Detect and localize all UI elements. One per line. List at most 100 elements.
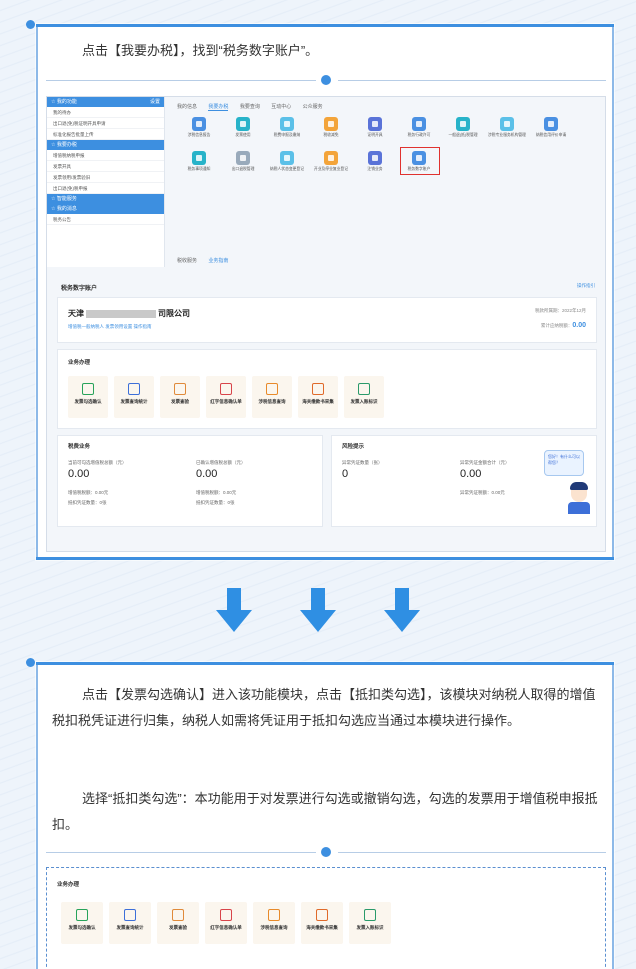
- sidebar-item[interactable]: 出口退(免)税申报: [47, 183, 164, 194]
- service-tile[interactable]: 证明开具: [353, 117, 397, 138]
- card-bottom-bar: [36, 557, 614, 560]
- service-tile[interactable]: 一般退(抵)税管理: [441, 117, 485, 138]
- service-tile[interactable]: 纳税人状态变更登记: [265, 151, 309, 172]
- service-tile[interactable]: 注销业务: [353, 151, 397, 172]
- verify-icon: [172, 909, 184, 921]
- hourglass-icon: [236, 151, 250, 165]
- divider-left: [46, 852, 316, 853]
- tax-info-tile[interactable]: 涉税信息查询: [252, 376, 292, 418]
- company-subinfo: 增值税一般纳税人 发票领用设置 操作指南: [68, 324, 152, 329]
- sidebar-item[interactable]: 出口退(免)税证明开具申请: [47, 118, 164, 129]
- tab-public[interactable]: 公众服务: [303, 104, 323, 110]
- stats-icon: [128, 383, 140, 395]
- refund-icon: [456, 117, 470, 131]
- business-panel: 业务办理 发票勾选确认 发票查询统计 发票查验 红字信息确认单 涉税信息查询 海…: [57, 349, 597, 429]
- service-tile[interactable]: 税务事项通知: [177, 151, 221, 172]
- credit-icon: [544, 117, 558, 131]
- business-panel-zoom: 业务办理 发票勾选确认 发票查询统计 发票查验 红字信息确认单 涉税信息查询 海…: [46, 867, 606, 969]
- customs-icon: [312, 383, 324, 395]
- tab-my-info[interactable]: 我的信息: [177, 104, 197, 110]
- assistant-avatar[interactable]: [568, 482, 590, 516]
- tax-mid-label: 已确认增值税总额（元）: [196, 460, 246, 465]
- sidebar-item[interactable]: 增值税纳税申报: [47, 150, 164, 161]
- sidebar-header-tax[interactable]: ☆ 我要办税: [47, 140, 164, 150]
- entry-mark-tile[interactable]: 发票入账标识: [344, 376, 384, 418]
- sidebar-item[interactable]: 发票开具: [47, 161, 164, 172]
- sidebar-header-smart[interactable]: ☆ 智能服务: [47, 194, 164, 204]
- declare-icon: [280, 117, 294, 131]
- risk-panel-title: 风险提示: [342, 444, 365, 450]
- service-tile[interactable]: 发票使用: [221, 117, 265, 138]
- verify-icon: [174, 383, 186, 395]
- tax-info-tile[interactable]: 涉税信息查询: [253, 902, 295, 944]
- invoice-stats-tile[interactable]: 发票查询统计: [114, 376, 154, 418]
- service-tile[interactable]: 出口退税管理: [221, 151, 265, 172]
- risk-left-value: 0: [342, 468, 349, 480]
- amount-line: 累计应纳税额：0.00: [540, 322, 586, 329]
- entry-mark-icon: [358, 383, 370, 395]
- assistant-bubble[interactable]: 您好！有什么可以帮您？: [544, 450, 584, 476]
- invoice-confirm-tile[interactable]: 发票勾选确认: [61, 902, 103, 944]
- invoice-verify-tile[interactable]: 发票查验: [160, 376, 200, 418]
- risk-panel: 风险提示 异常凭证数量（张） 0 异常凭证金额合计（元） 0.00 异常凭证税额…: [331, 435, 597, 527]
- tax-mid-row: 增值税税额：0.00元: [196, 490, 237, 495]
- red-info-tile[interactable]: 红字信息确认单: [205, 902, 247, 944]
- card-corner-dot: [26, 20, 35, 29]
- tab-guide[interactable]: 业务指南: [208, 258, 228, 264]
- cancel-icon: [368, 151, 382, 165]
- certificate-icon: [368, 117, 382, 131]
- divider-left: [46, 80, 316, 81]
- company-panel: 天津 司限公司 增值税一般纳税人 发票领用设置 操作指南 税款所属期：2022年1…: [57, 297, 597, 343]
- card-corner-dot: [26, 658, 35, 667]
- portal-bottom-tabs: 税收服务 业务指南: [177, 257, 228, 264]
- card-top-bar: [36, 24, 614, 27]
- service-tile[interactable]: 税费申报及缴纳: [265, 117, 309, 138]
- sidebar-header-messages[interactable]: ☆ 我的消息: [47, 204, 164, 214]
- invoice-verify-tile[interactable]: 发票查验: [157, 902, 199, 944]
- divider-right: [338, 80, 606, 81]
- tax-left-value: 0.00: [68, 468, 90, 480]
- customs-tile[interactable]: 海关缴款书采集: [301, 902, 343, 944]
- service-tile[interactable]: 开业及停业复业登记: [309, 151, 353, 172]
- sidebar: ☆ 我的功能 设置 我的待办 出口退(免)税证明开具申请 标准化报告批量上传 ☆…: [47, 97, 165, 267]
- stats-icon: [124, 909, 136, 921]
- account-guide-link[interactable]: 操作指引: [577, 283, 595, 289]
- service-tile[interactable]: 涉税信息报告: [177, 117, 221, 138]
- down-arrow-icon: [300, 588, 336, 634]
- service-tile[interactable]: 税收减免: [309, 117, 353, 138]
- sidebar-item[interactable]: 标准化报告批量上传: [47, 129, 164, 140]
- tab-tax-service[interactable]: 税收服务: [177, 258, 197, 264]
- report-icon: [192, 117, 206, 131]
- service-tile[interactable]: 纳税信用评价申请: [529, 117, 573, 138]
- tab-query[interactable]: 我要查询: [240, 104, 260, 110]
- step2-paragraph-2: 选择“抵扣类勾选”：本功能用于对发票进行勾选或撤销勾选，勾选的发票用于增值税申报…: [52, 791, 598, 832]
- invoice-confirm-tile[interactable]: 发票勾选确认: [68, 376, 108, 418]
- red-info-icon: [220, 909, 232, 921]
- business-title: 业务办理: [57, 882, 80, 888]
- invoice-icon: [236, 117, 250, 131]
- divider-dot: [321, 847, 331, 857]
- invoice-stats-tile[interactable]: 发票查询统计: [109, 902, 151, 944]
- tax-left-row: 抵扣凭证数量：0张: [68, 500, 107, 505]
- tab-tax-handling[interactable]: 我要办税: [208, 104, 229, 111]
- step2-card: 点击【发票勾选确认】进入该功能模块，点击【抵扣类勾选】，该模块对纳税人取得的增值…: [36, 662, 614, 969]
- step1-card: 点击【我要办税】，找到“税务数字账户”。 ☆ 我的功能 设置 我的待办 出口退(…: [36, 24, 614, 560]
- service-icon-grid: 涉税信息报告 发票使用 税费申报及缴纳 税收减免 证明开具 税务行政许可 一般退…: [177, 117, 597, 247]
- sidebar-item[interactable]: 发票领用/发票验旧: [47, 172, 164, 183]
- agency-icon: [500, 117, 514, 131]
- service-tile[interactable]: 税务行政许可: [397, 117, 441, 138]
- service-tile[interactable]: 涉税专业服务机构管理: [485, 117, 529, 138]
- red-info-tile[interactable]: 红字信息确认单: [206, 376, 246, 418]
- entry-mark-tile[interactable]: 发票入账标识: [349, 902, 391, 944]
- sidebar-header-my-functions[interactable]: ☆ 我的功能 设置: [47, 97, 164, 107]
- risk-mid-value: 0.00: [460, 468, 482, 480]
- tax-business-panel: 税费业务 当前可勾选增值税总额（元） 0.00 增值税税额：0.00元 抵扣凭证…: [57, 435, 323, 527]
- customs-icon: [316, 909, 328, 921]
- tax-mid-value: 0.00: [196, 468, 218, 480]
- customs-tile[interactable]: 海关缴款书采集: [298, 376, 338, 418]
- sidebar-item[interactable]: 我的待办: [47, 107, 164, 118]
- business-title: 业务办理: [68, 360, 91, 366]
- tab-interaction[interactable]: 互动中心: [271, 104, 291, 110]
- tax-info-icon: [268, 909, 280, 921]
- sidebar-item[interactable]: 税务公告: [47, 214, 164, 225]
